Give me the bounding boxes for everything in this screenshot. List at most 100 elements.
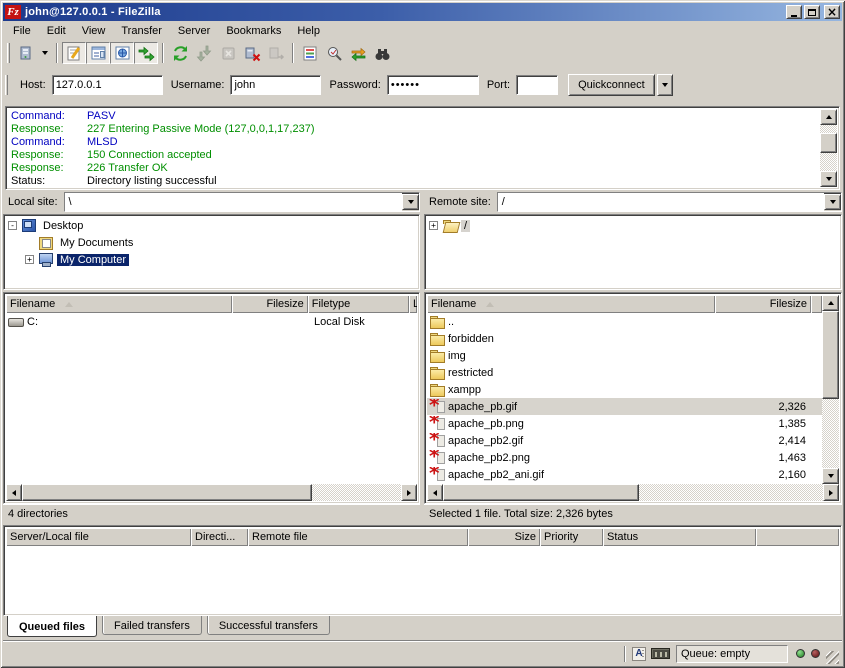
remote-directory-tree[interactable]: + / [424,214,842,290]
find-files-button[interactable] [370,42,394,64]
scroll-thumb[interactable] [820,133,837,153]
local-file-row[interactable]: C: Local Disk [6,313,417,330]
scroll-right-button[interactable] [401,484,417,501]
list-column-header[interactable] [811,295,822,313]
scroll-down-button[interactable] [820,171,837,187]
menu-item[interactable]: Transfer [113,23,170,39]
maximize-button[interactable] [804,5,820,19]
queue-body[interactable] [6,546,839,613]
process-queue-button[interactable] [192,42,216,64]
log-scrollbar[interactable] [820,109,837,187]
local-horizontal-scrollbar[interactable] [6,484,417,501]
remote-vertical-scrollbar[interactable] [822,295,839,484]
queue-column-header[interactable]: Status [603,528,756,546]
toggle-remote-tree-button[interactable] [110,42,134,64]
scroll-left-button[interactable] [427,484,443,501]
tree-expander-icon[interactable]: - [8,221,17,230]
refresh-button[interactable] [168,42,192,64]
menu-item[interactable]: Server [170,23,218,39]
host-input[interactable] [52,75,163,95]
remote-file-row[interactable]: apache_pb2.gif 2,414 [427,432,822,449]
remote-file-row[interactable]: forbidden [427,330,822,347]
local-file-list-body[interactable]: C: Local Disk [6,313,417,484]
list-column-header[interactable]: Filesize [232,295,307,313]
remote-file-row[interactable]: restricted [427,364,822,381]
tree-item[interactable]: My Documents [4,234,419,251]
menu-item[interactable]: View [74,23,114,39]
local-site-combo[interactable]: \ [64,192,420,212]
remote-file-row[interactable]: img [427,347,822,364]
column-header-label: L [413,298,417,310]
remote-file-row[interactable]: apache_pb.png 1,385 [427,415,822,432]
tree-expander-icon[interactable]: + [429,221,438,230]
quickconnect-button[interactable]: Quickconnect [568,74,655,96]
queue-tab[interactable]: Queued files [7,616,97,637]
list-column-header[interactable]: Filename [6,295,232,313]
menu-item[interactable]: Help [289,23,328,39]
queue-tab[interactable]: Failed transfers [102,616,202,635]
local-site-dropdown-button[interactable] [402,194,419,210]
directory-listing-filters-button[interactable] [298,42,322,64]
list-column-header[interactable]: L [409,295,417,313]
queue-column-header[interactable]: Priority [540,528,603,546]
port-input[interactable] [516,75,558,95]
menu-item[interactable]: Edit [39,23,74,39]
remote-file-row[interactable]: apache_pb2.png 1,463 [427,449,822,466]
remote-site-combo[interactable]: / [497,192,842,212]
remote-file-row[interactable]: xampp [427,381,822,398]
toggle-message-log-button[interactable] [62,42,86,64]
transfer-queue-pane: Server/Local file Directi... Remote file… [3,525,842,616]
resize-grip[interactable] [826,651,839,664]
list-column-header[interactable]: Filename [427,295,715,313]
site-manager-button[interactable] [14,42,38,64]
remote-file-row[interactable]: .. [427,313,822,330]
list-column-header[interactable]: Filetype [308,295,409,313]
scroll-thumb[interactable] [822,311,839,399]
scroll-right-button[interactable] [823,484,839,501]
toolbar-grip[interactable] [7,43,10,63]
scroll-thumb[interactable] [22,484,312,501]
username-input[interactable] [230,75,321,95]
queue-column-header[interactable] [756,528,839,546]
scroll-left-button[interactable] [6,484,22,501]
scroll-thumb[interactable] [443,484,639,501]
minimize-button[interactable] [786,5,802,19]
scroll-up-button[interactable] [822,295,839,311]
remote-horizontal-scrollbar[interactable] [427,484,839,501]
tree-item[interactable]: - Desktop [4,217,419,234]
local-directory-tree[interactable]: - Desktop My Documents + My Computer [3,214,420,290]
tree-expander-icon[interactable]: + [25,255,34,264]
data-type-indicator-icon[interactable]: A [632,647,646,661]
quickconnect-grip[interactable] [5,75,8,95]
disconnect-button[interactable] [240,42,264,64]
remote-file-row[interactable]: apache_pb.gif 2,326 [427,398,822,415]
scroll-down-button[interactable] [822,468,839,484]
queue-column-header[interactable]: Server/Local file [6,528,191,546]
site-manager-dropdown-button[interactable] [38,42,52,64]
scroll-up-button[interactable] [820,109,837,125]
remote-file-list-body[interactable]: .. forbidden img restricted xampp apache… [427,313,822,484]
password-input[interactable] [387,75,479,95]
queue-column-header[interactable]: Remote file [248,528,468,546]
queue-column-header[interactable]: Directi... [191,528,248,546]
close-button[interactable]: × [824,5,840,19]
queue-column-header[interactable]: Size [468,528,540,546]
reconnect-button[interactable] [264,42,288,64]
remote-file-row[interactable]: apache_pb2_ani.gif 2,160 [427,466,822,483]
cancel-operation-button[interactable] [216,42,240,64]
toggle-local-tree-button[interactable] [86,42,110,64]
title-bar[interactable]: Fz john@127.0.0.1 - FileZilla × [3,3,842,21]
menu-item[interactable]: Bookmarks [218,23,289,39]
remote-site-dropdown-button[interactable] [824,194,841,210]
tree-item[interactable]: + My Computer [4,251,419,268]
list-column-header[interactable]: Filesize [715,295,811,313]
toggle-transfer-queue-button[interactable] [134,42,158,64]
menu-item[interactable]: File [5,23,39,39]
quickconnect-dropdown-button[interactable] [657,74,673,96]
synchronized-browsing-button[interactable] [346,42,370,64]
queue-tab[interactable]: Successful transfers [207,616,330,635]
directory-comparison-button[interactable] [322,42,346,64]
tree-item[interactable]: + / [425,217,841,234]
column-header-label: Filetype [312,298,351,310]
speed-limit-indicator-icon[interactable] [651,648,670,659]
